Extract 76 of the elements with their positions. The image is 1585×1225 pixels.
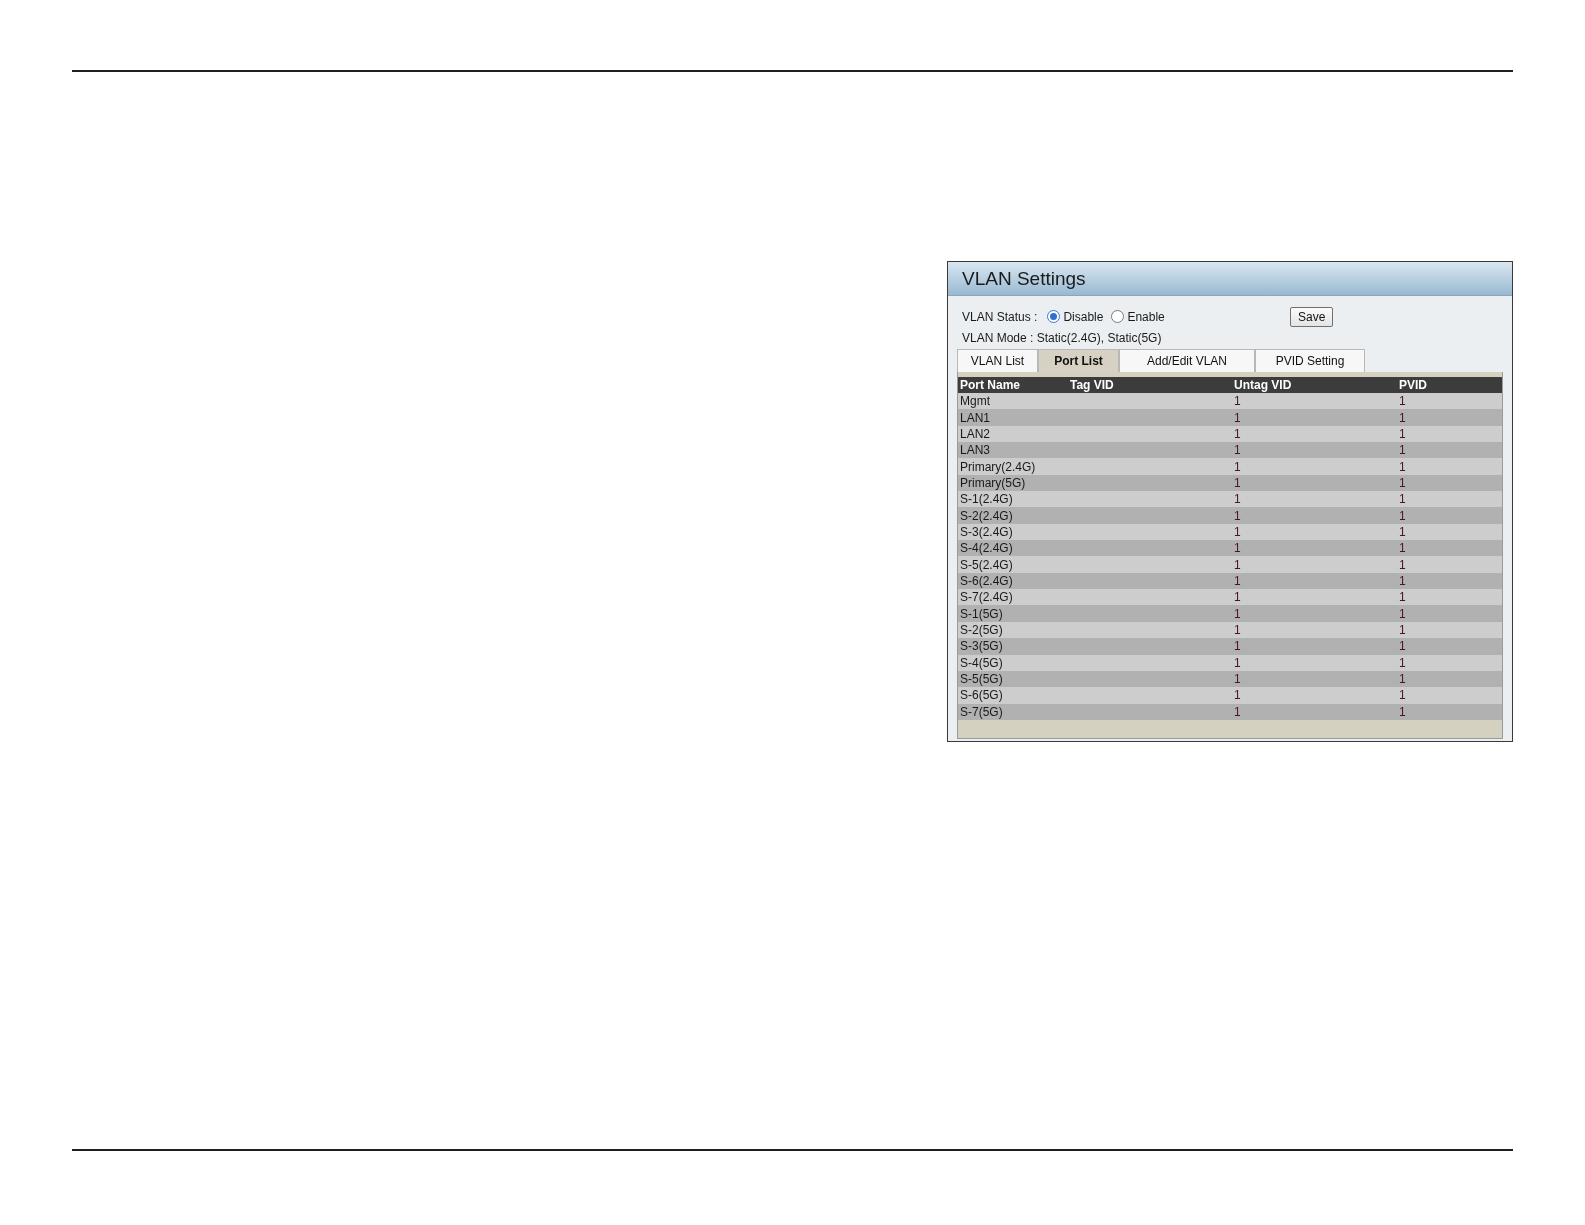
untag-vid-cell: 1 (1234, 410, 1241, 425)
port-name-cell-text: Mgmt (960, 395, 991, 408)
panel-title: VLAN Settings (962, 269, 1086, 288)
untag-vid-cell: 1 (1234, 606, 1241, 621)
tab[interactable]: PVID Setting (1255, 349, 1365, 372)
pvid-cell: 1 (1399, 524, 1406, 539)
port-name-cell-text: LAN3 (960, 444, 992, 457)
tab[interactable]: Port List (1038, 349, 1119, 372)
column-header: PVID (1399, 379, 1428, 391)
column-header: Tag VID (1070, 379, 1115, 391)
port-name-cell-text: S-1(2.4G) (960, 493, 1014, 506)
pvid-cell: 1 (1399, 475, 1406, 490)
column-header: Port Name (960, 379, 1022, 391)
pvid-cell: 1 (1399, 672, 1406, 686)
untag-vid-cell: 1 (1234, 573, 1241, 588)
untag-vid-cell: 1 (1234, 426, 1241, 441)
untag-vid-cell: 1 (1234, 672, 1241, 686)
pvid-cell: 1 (1399, 492, 1406, 507)
untag-vid-cell: 1 (1234, 688, 1241, 703)
pvid-cell: 1 (1399, 623, 1406, 637)
port-name-cell-text: S-7(2.4G) (960, 591, 1014, 604)
port-name-cell-text: S-6(5G) (960, 689, 1004, 702)
port-name-cell-text: Primary(5G) (960, 476, 1027, 489)
column-header: Untag VID (1234, 379, 1293, 391)
save-button[interactable]: Save (1290, 306, 1334, 327)
pvid-cell: 1 (1399, 557, 1406, 572)
untag-vid-cell: 1 (1234, 524, 1241, 539)
untag-vid-cell: 1 (1234, 394, 1241, 409)
port-name-cell-text: S-5(5G) (960, 673, 1004, 685)
port-name-cell-text: S-1(5G) (960, 607, 1004, 620)
untag-vid-cell: 1 (1234, 590, 1241, 605)
pvid-cell: 1 (1399, 639, 1406, 654)
radio-button[interactable] (1047, 310, 1061, 323)
untag-vid-cell: 1 (1234, 639, 1241, 654)
pvid-cell: 1 (1399, 394, 1406, 409)
pvid-cell: 1 (1399, 459, 1406, 474)
untag-vid-cell: 1 (1234, 492, 1241, 507)
vlan-status-label: VLAN Status : (962, 308, 1038, 326)
untag-vid-cell: 1 (1234, 475, 1241, 490)
tab[interactable]: VLAN List (957, 349, 1038, 372)
port-name-cell-text: Primary(2.4G) (960, 460, 1037, 473)
pvid-cell: 1 (1399, 590, 1406, 605)
radio-button[interactable] (1111, 310, 1125, 323)
port-name-cell-text: S-7(5G) (960, 705, 1004, 718)
port-name-cell-text: S-4(2.4G) (960, 542, 1014, 555)
pvid-cell: 1 (1399, 508, 1406, 523)
pvid-cell: 1 (1399, 426, 1406, 441)
pvid-cell: 1 (1399, 541, 1406, 556)
port-name-cell-text: S-3(5G) (960, 640, 1004, 653)
pvid-cell: 1 (1399, 606, 1406, 621)
pvid-cell: 1 (1399, 704, 1406, 719)
port-name-cell-text: S-3(2.4G) (960, 525, 1014, 538)
pvid-cell: 1 (1399, 655, 1406, 670)
port-name-cell-text: S-6(2.4G) (960, 574, 1014, 587)
untag-vid-cell: 1 (1234, 443, 1241, 458)
pvid-cell: 1 (1399, 688, 1406, 703)
untag-vid-cell: 1 (1234, 508, 1241, 523)
untag-vid-cell: 1 (1234, 557, 1241, 572)
vlan-mode-text: VLAN Mode : Static(2.4G), Static(5G) (962, 330, 1162, 347)
untag-vid-cell: 1 (1234, 655, 1241, 670)
pvid-cell: 1 (1399, 573, 1406, 588)
pvid-cell: 1 (1399, 443, 1406, 458)
untag-vid-cell: 1 (1234, 623, 1241, 637)
port-name-cell-text: LAN1 (960, 411, 992, 424)
untag-vid-cell: 1 (1234, 459, 1241, 474)
untag-vid-cell: 1 (1234, 704, 1241, 719)
port-name-cell-text: S-5(2.4G) (960, 558, 1014, 571)
untag-vid-cell: 1 (1234, 541, 1241, 556)
port-name-cell-text: S-4(5G) (960, 656, 1004, 669)
port-name-cell-text: S-2(2.4G) (960, 509, 1014, 522)
radio-label[interactable]: Enable (1127, 307, 1165, 326)
radio-label[interactable]: Disable (1063, 307, 1104, 326)
port-name-cell-text: LAN2 (960, 427, 992, 440)
tab[interactable]: Add/Edit VLAN (1119, 349, 1255, 372)
pvid-cell: 1 (1399, 410, 1406, 425)
port-name-cell-text: S-2(5G) (960, 624, 1004, 636)
